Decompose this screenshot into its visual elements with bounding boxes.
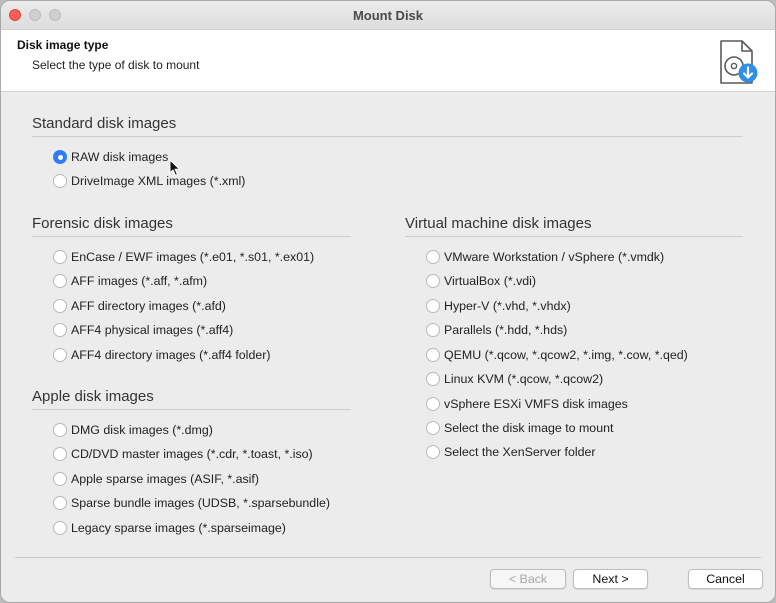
radio-option-hyper-v[interactable]: Hyper-V (*.vhd, *.vhdx) [426,296,571,316]
radio-button[interactable] [53,323,67,337]
radio-option-qemu[interactable]: QEMU (*.qcow, *.qcow2, *.img, *.cow, *.q… [426,345,688,365]
radio-option-dmg[interactable]: DMG disk images (*.dmg) [53,420,213,440]
radio-button[interactable] [53,299,67,313]
radio-button[interactable] [53,521,67,535]
wizard-header: Disk image type Select the type of disk … [1,30,775,92]
radio-label: Hyper-V (*.vhd, *.vhdx) [444,299,571,313]
radio-option-xenserver-folder[interactable]: Select the XenServer folder [426,442,596,462]
radio-button[interactable] [53,496,67,510]
radio-option-vmware[interactable]: VMware Workstation / vSphere (*.vmdk) [426,247,664,267]
radio-option-aff4-directory[interactable]: AFF4 directory images (*.aff4 folder) [53,345,270,365]
radio-option-parallels[interactable]: Parallels (*.hdd, *.hds) [426,320,567,340]
radio-button[interactable] [426,445,440,459]
radio-label: VirtualBox (*.vdi) [444,274,537,288]
group-title-standard: Standard disk images [32,115,177,132]
radio-label: EnCase / EWF images (*.e01, *.s01, *.ex0… [71,250,315,264]
group-divider-virtual [405,236,743,237]
radio-button[interactable] [426,274,440,288]
radio-option-linux-kvm[interactable]: Linux KVM (*.qcow, *.qcow2) [426,369,603,389]
disk-image-download-icon [720,40,758,84]
group-title-virtual: Virtual machine disk images [405,215,592,232]
radio-button[interactable] [53,174,67,188]
radio-option-cd-dvd-master[interactable]: CD/DVD master images (*.cdr, *.toast, *.… [53,444,313,464]
radio-option-raw[interactable]: RAW disk images [53,147,168,167]
radio-option-sparse-bundle[interactable]: Sparse bundle images (UDSB, *.sparsebund… [53,493,330,513]
radio-label: vSphere ESXi VMFS disk images [444,397,628,411]
radio-option-virtualbox[interactable]: VirtualBox (*.vdi) [426,271,536,291]
radio-button[interactable] [53,348,67,362]
radio-option-aff4-physical[interactable]: AFF4 physical images (*.aff4) [53,320,233,340]
radio-label: DriveImage XML images (*.xml) [71,174,246,188]
radio-label: Legacy sparse images (*.sparseimage) [71,521,286,535]
radio-label: Apple sparse images (ASIF, *.asif) [71,472,260,486]
group-title-apple: Apple disk images [32,388,154,405]
radio-label: Select the disk image to mount [444,421,614,435]
radio-button[interactable] [426,372,440,386]
group-divider-apple [32,409,351,410]
radio-label: AFF4 physical images (*.aff4) [71,323,234,337]
radio-option-select-disk-image[interactable]: Select the disk image to mount [426,418,613,438]
radio-label: AFF images (*.aff, *.afm) [71,274,208,288]
radio-label: VMware Workstation / vSphere (*.vmdk) [444,250,665,264]
radio-option-legacy-sparse[interactable]: Legacy sparse images (*.sparseimage) [53,518,286,538]
radio-label: Select the XenServer folder [444,445,596,459]
radio-option-aff-directory[interactable]: AFF directory images (*.afd) [53,296,226,316]
radio-button[interactable] [426,397,440,411]
radio-button[interactable] [53,250,67,264]
radio-option-aff[interactable]: AFF images (*.aff, *.afm) [53,271,207,291]
step-subtitle: Select the type of disk to mount [32,58,200,72]
radio-button[interactable] [426,348,440,362]
radio-label: AFF4 directory images (*.aff4 folder) [71,348,271,362]
mouse-pointer-icon [169,159,180,176]
radio-button[interactable] [53,274,67,288]
radio-button[interactable] [426,250,440,264]
title-bar[interactable]: Mount Disk [1,1,775,30]
radio-button[interactable] [426,299,440,313]
radio-label: DMG disk images (*.dmg) [71,423,213,437]
radio-label: Parallels (*.hdd, *.hds) [444,323,568,337]
radio-label: QEMU (*.qcow, *.qcow2, *.img, *.cow, *.q… [444,348,688,362]
radio-button[interactable] [53,447,67,461]
radio-label: AFF directory images (*.afd) [71,299,226,313]
mount-disk-window: Mount Disk Disk image type Select the ty… [0,0,776,603]
cancel-button[interactable]: Cancel [688,569,763,589]
radio-button[interactable] [426,421,440,435]
radio-label: Linux KVM (*.qcow, *.qcow2) [444,372,604,386]
group-divider-forensic [32,236,351,237]
back-button[interactable]: < Back [490,569,566,589]
group-divider-standard [32,136,743,137]
radio-label: Sparse bundle images (UDSB, *.sparsebund… [71,496,330,510]
group-title-forensic: Forensic disk images [32,215,173,232]
radio-label: RAW disk images [71,150,169,164]
next-button[interactable]: Next > [573,569,648,589]
radio-option-encase-ewf[interactable]: EnCase / EWF images (*.e01, *.s01, *.ex0… [53,247,314,267]
radio-button[interactable] [53,472,67,486]
radio-label: CD/DVD master images (*.cdr, *.toast, *.… [71,447,313,461]
footer-divider [15,557,761,558]
radio-button[interactable] [426,323,440,337]
radio-button-selected[interactable] [53,150,67,164]
radio-option-apple-sparse[interactable]: Apple sparse images (ASIF, *.asif) [53,469,259,489]
window-title: Mount Disk [352,8,424,23]
radio-option-driveimage-xml[interactable]: DriveImage XML images (*.xml) [53,171,245,191]
radio-button[interactable] [53,423,67,437]
radio-option-vsphere-esxi-vmfs[interactable]: vSphere ESXi VMFS disk images [426,394,628,414]
step-title: Disk image type [17,38,109,52]
